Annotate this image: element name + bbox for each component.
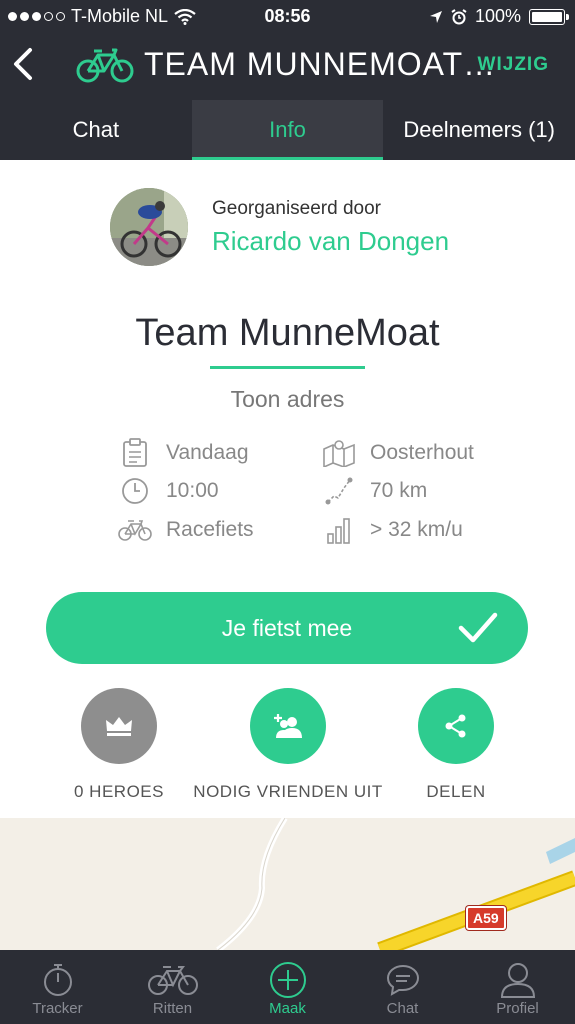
crown-icon xyxy=(106,717,132,736)
tab-bar: Chat Info Deelnemers (1) xyxy=(0,100,575,160)
road-shield-a59: A59 xyxy=(466,906,506,930)
bicycle-icon xyxy=(76,48,134,82)
profile-label: Profiel xyxy=(496,1000,539,1017)
bar-chart-icon xyxy=(322,513,356,547)
date-value: Vandaag xyxy=(166,441,249,464)
back-button[interactable] xyxy=(10,46,38,82)
action-row: 0 HEROES NODIG VRIENDEN UIT DELEN xyxy=(0,688,575,808)
distance-value: 70 km xyxy=(370,479,428,502)
plus-circle-icon xyxy=(230,960,345,1000)
time-value: 10:00 xyxy=(166,479,219,502)
bike-type-value: Racefiets xyxy=(166,518,254,541)
stopwatch-icon xyxy=(0,960,115,1000)
nav-bar: TEAM MUNNEMOAT… WIJZIG xyxy=(0,32,575,100)
bottom-tab-chat[interactable]: Chat xyxy=(345,950,460,1024)
share-button[interactable] xyxy=(418,688,494,764)
tab-info[interactable]: Info xyxy=(191,100,384,160)
heroes-button[interactable] xyxy=(81,688,157,764)
rides-label: Ritten xyxy=(152,1000,193,1017)
ride-title: Team MunneMoat xyxy=(135,312,440,354)
chevron-left-icon xyxy=(14,48,32,80)
organizer-block: Georganiseerd door Ricardo van Dongen xyxy=(110,188,449,266)
detail-distance: 70 km xyxy=(322,474,427,508)
avatar[interactable] xyxy=(110,188,188,266)
share-icon xyxy=(445,714,466,738)
bottom-tab-bar: Tracker Ritten Maak Chat Profiel xyxy=(0,950,575,1024)
battery-label: 100% xyxy=(474,6,521,26)
page-title: TEAM MUNNEMOAT… xyxy=(144,46,497,82)
avatar-photo xyxy=(110,188,188,266)
share-label: DELEN xyxy=(426,782,486,801)
location-arrow-icon xyxy=(429,10,442,23)
detail-date: Vandaag xyxy=(118,436,249,470)
invite-friends-button[interactable] xyxy=(250,688,326,764)
detail-location: Oosterhout xyxy=(322,436,474,470)
location-value: Oosterhout xyxy=(370,441,474,464)
organizer-name[interactable]: Ricardo van Dongen xyxy=(212,226,449,257)
detail-speed: > 32 km/u xyxy=(322,513,463,547)
chat-bubble-icon xyxy=(345,960,460,1000)
create-label: Maak xyxy=(269,1000,306,1017)
tracker-label: Tracker xyxy=(32,1000,83,1017)
status-right: 100% xyxy=(429,6,569,27)
clipboard-icon xyxy=(118,436,152,470)
bicycle-icon xyxy=(115,960,230,1000)
detail-time: 10:00 xyxy=(118,474,219,508)
share-action[interactable]: DELEN xyxy=(356,688,556,802)
bottom-tab-create[interactable]: Maak xyxy=(230,950,345,1024)
edit-button[interactable]: WIJZIG xyxy=(478,54,549,76)
bottom-tab-profile[interactable]: Profiel xyxy=(460,950,575,1024)
title-group: TEAM MUNNEMOAT… xyxy=(76,46,496,83)
speed-value: > 32 km/u xyxy=(370,518,463,541)
show-address-link[interactable]: Toon adres xyxy=(0,386,575,413)
status-bar: T-Mobile NL 08:56 100% xyxy=(0,0,575,32)
route-icon xyxy=(322,474,356,508)
top-bar: T-Mobile NL 08:56 100% TEAM MUNNEMOAT… W… xyxy=(0,0,575,100)
clock-icon xyxy=(118,474,152,508)
add-friends-icon xyxy=(274,714,302,738)
map-icon xyxy=(322,436,356,470)
join-ride-label: Je fietst mee xyxy=(221,614,353,641)
tab-chat[interactable]: Chat xyxy=(0,100,192,160)
organizer-text: Georganiseerd door Ricardo van Dongen xyxy=(212,198,449,257)
alarm-icon xyxy=(451,8,467,24)
battery-icon xyxy=(529,8,569,25)
map-drawing xyxy=(216,818,575,950)
tab-participants[interactable]: Deelnemers (1) xyxy=(383,100,575,160)
bicycle-icon xyxy=(118,513,152,547)
checkmark-icon xyxy=(458,612,498,643)
map-view[interactable]: A59 xyxy=(0,818,575,950)
chat-label: Chat xyxy=(386,1000,419,1017)
person-icon xyxy=(460,960,575,1000)
join-ride-button[interactable]: Je fietst mee xyxy=(46,592,528,664)
bottom-tab-tracker[interactable]: Tracker xyxy=(0,950,115,1024)
detail-bike-type: Racefiets xyxy=(118,513,254,547)
title-underline xyxy=(210,366,365,369)
organizer-subtitle: Georganiseerd door xyxy=(212,197,381,219)
bottom-tab-rides[interactable]: Ritten xyxy=(115,950,230,1024)
